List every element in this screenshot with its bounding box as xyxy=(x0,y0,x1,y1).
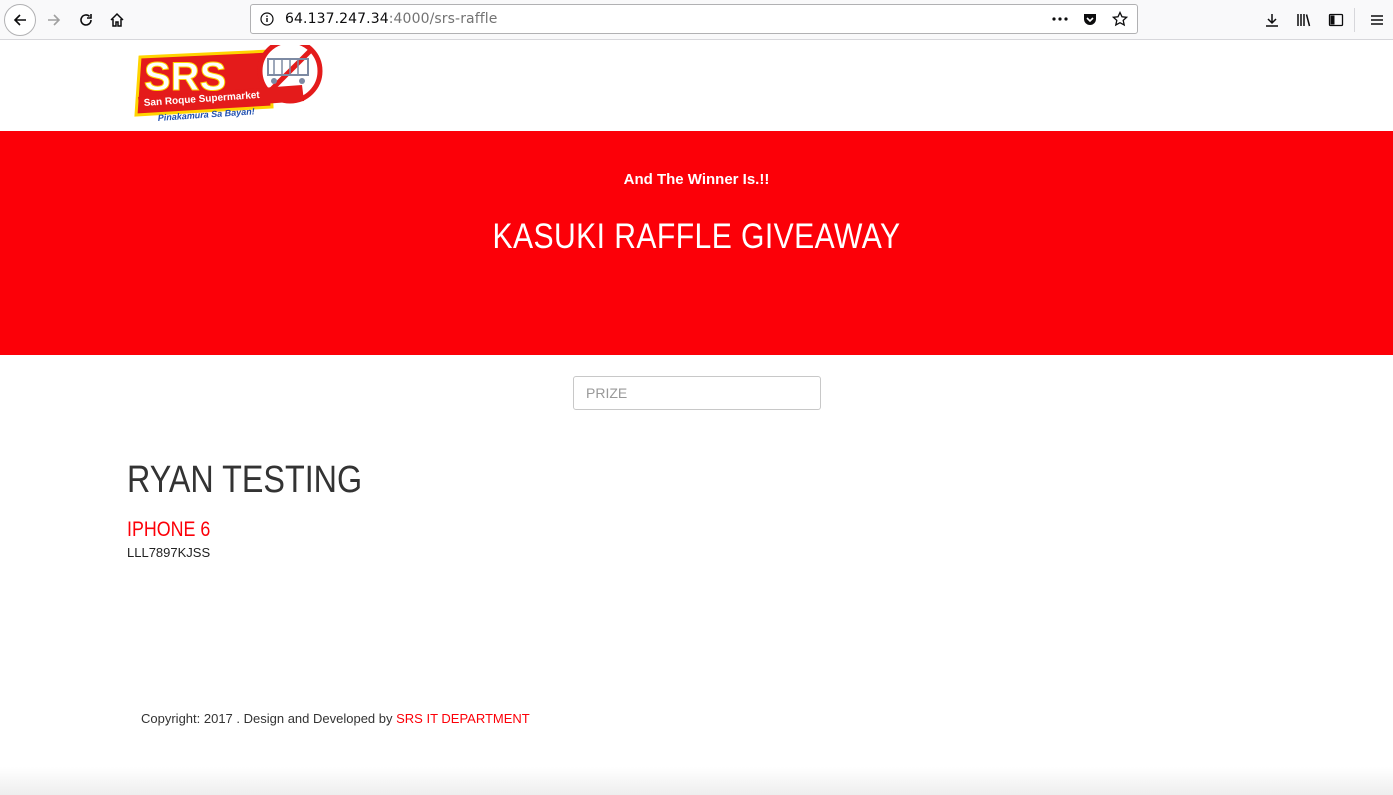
sidebar-icon xyxy=(1328,13,1344,27)
prize-name: IPHONE 6 xyxy=(127,518,211,541)
browser-toolbar: 64.137.247.34:4000/srs-raffle xyxy=(0,0,1393,40)
forward-button[interactable] xyxy=(38,4,70,36)
page-content: SRS San Roque Supermarket Pinakamura Sa … xyxy=(0,38,1393,795)
back-button[interactable] xyxy=(4,4,36,36)
reload-button[interactable] xyxy=(70,4,102,36)
url-text[interactable]: 64.137.247.34:4000/srs-raffle xyxy=(285,11,498,27)
library-icon xyxy=(1297,14,1311,27)
sidebar-button[interactable] xyxy=(1320,4,1352,36)
winner-name: RYAN TESTING xyxy=(127,459,363,501)
ticket-code: LLL7897KJSS xyxy=(127,545,211,560)
info-icon[interactable] xyxy=(259,11,275,27)
download-icon xyxy=(1266,14,1278,27)
menu-button[interactable] xyxy=(1361,4,1393,36)
footer: Copyright: 2017 . Design and Developed b… xyxy=(141,711,530,726)
hero-subtitle: And The Winner Is.!! xyxy=(623,171,770,188)
prize-input[interactable] xyxy=(573,376,821,410)
url-host: 64.137.247.34 xyxy=(285,11,389,27)
star-icon xyxy=(1112,11,1128,27)
hero-banner: And The Winner Is.!! KASUKI RAFFLE GIVEA… xyxy=(0,131,1393,355)
url-path: :4000/srs-raffle xyxy=(388,11,498,27)
hero-title: KASUKI RAFFLE GIVEAWAY xyxy=(492,217,901,256)
library-button[interactable] xyxy=(1288,4,1320,36)
toolbar-separator xyxy=(1354,8,1355,32)
more-dots-icon xyxy=(1052,17,1068,21)
forward-arrow-icon xyxy=(48,14,61,26)
pocket-icon xyxy=(1084,14,1096,25)
srs-logo[interactable]: SRS San Roque Supermarket Pinakamura Sa … xyxy=(134,38,326,123)
bottom-shadow xyxy=(0,767,1393,795)
downloads-button[interactable] xyxy=(1256,4,1288,36)
pocket-button[interactable] xyxy=(1077,7,1103,31)
back-arrow-icon xyxy=(13,14,26,26)
hamburger-menu-icon xyxy=(1371,15,1383,25)
reload-icon xyxy=(80,14,92,26)
home-icon xyxy=(110,12,124,27)
footer-text: Copyright: 2017 . Design and Developed b… xyxy=(141,711,397,726)
footer-link[interactable]: SRS IT DEPARTMENT xyxy=(396,711,530,726)
page-actions-button[interactable] xyxy=(1047,7,1073,31)
home-button[interactable] xyxy=(101,4,133,36)
bookmark-button[interactable] xyxy=(1107,7,1133,31)
url-bar[interactable]: 64.137.247.34:4000/srs-raffle xyxy=(250,4,1138,34)
